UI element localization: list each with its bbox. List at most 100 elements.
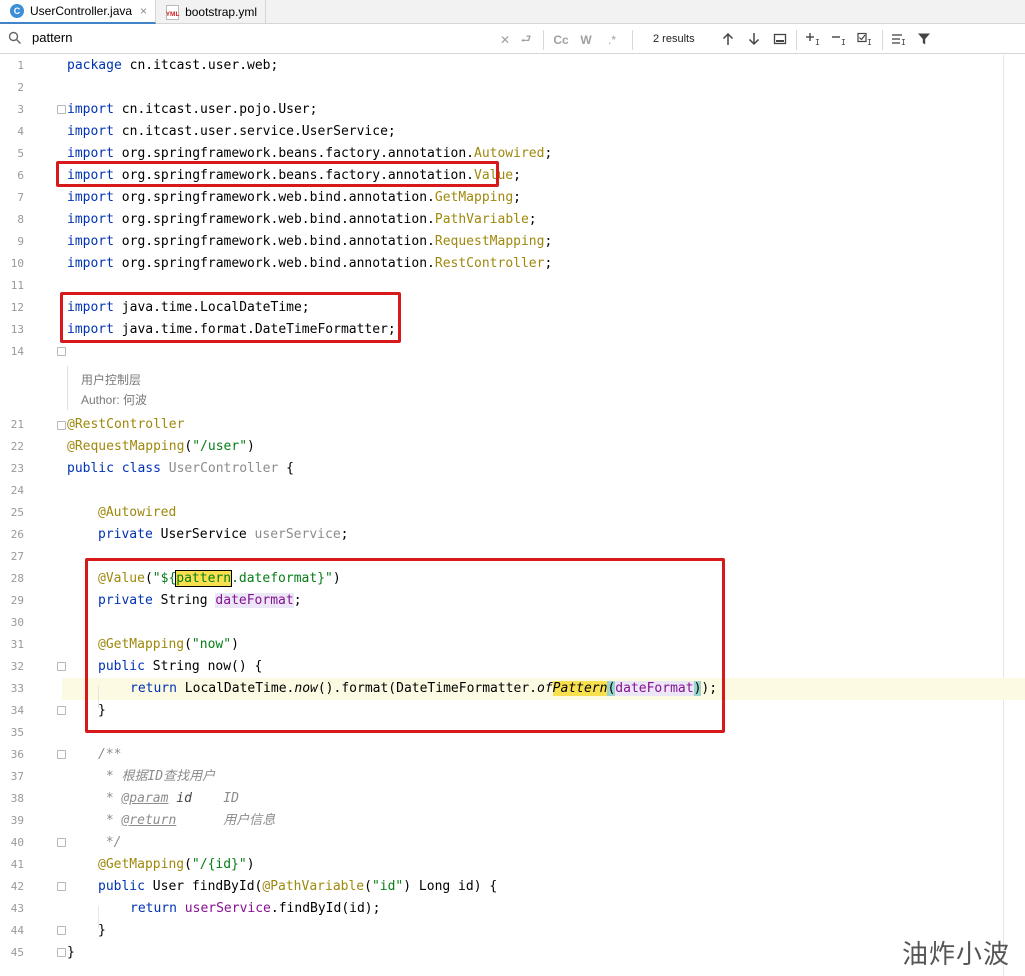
code-line-23: public class UserController { <box>67 461 294 476</box>
code-line-41: @GetMapping("/{id}") <box>98 857 255 872</box>
previous-occurrence-icon[interactable] <box>719 30 737 48</box>
line-number: 43 <box>10 902 24 915</box>
java-class-icon: C <box>10 4 24 18</box>
svg-text:I: I <box>867 38 872 46</box>
red-annotation-box-time-imports <box>60 292 401 343</box>
fold-marker-icon[interactable] <box>57 347 66 356</box>
select-all-occurrences-icon[interactable] <box>771 30 789 48</box>
separator <box>796 30 797 50</box>
line-number: 10 <box>10 257 24 270</box>
line-number: 11 <box>10 279 24 292</box>
tab-user-controller[interactable]: C UserController.java × <box>0 0 157 24</box>
line-number: 31 <box>10 638 24 651</box>
fold-marker-icon[interactable] <box>57 926 66 935</box>
new-line-icon[interactable]: ⮐ <box>518 31 534 49</box>
next-occurrence-icon[interactable] <box>745 30 763 48</box>
code-line-8: import org.springframework.web.bind.anno… <box>67 212 537 227</box>
line-number-gutter: 1 2 3 4 5 6 7 8 9 10 11 12 13 14 21 22 23 24 25 26 27 28 29 30 3… <box>0 55 60 976</box>
code-line-7: import org.springframework.web.bind.anno… <box>67 190 521 205</box>
match-case-button[interactable]: Cc <box>551 31 571 49</box>
line-number: 22 <box>10 440 24 453</box>
line-number: 38 <box>10 792 24 805</box>
line-number: 21 <box>10 418 24 431</box>
line-number: 3 <box>17 103 24 116</box>
code-line-43: return userService.findById(id); <box>130 901 381 916</box>
separator <box>543 30 544 50</box>
filter-icon[interactable] <box>915 30 933 48</box>
fold-marker-icon[interactable] <box>57 838 66 847</box>
line-number: 4 <box>17 125 24 138</box>
code-line-44: } <box>98 923 106 938</box>
fold-marker-icon[interactable] <box>57 948 66 957</box>
code-editor[interactable]: 1 2 3 4 5 6 7 8 9 10 11 12 13 14 21 22 23 24 25 26 27 28 29 30 3… <box>0 55 1025 976</box>
line-number: 28 <box>10 572 24 585</box>
clear-search-icon[interactable]: ✕ <box>498 31 512 49</box>
code-line-22: @RequestMapping("/user") <box>67 439 255 454</box>
fold-marker-icon[interactable] <box>57 706 66 715</box>
line-number: 27 <box>10 550 24 563</box>
rendered-doc-description: 用户控制层 <box>81 373 142 387</box>
line-number: 37 <box>10 770 24 783</box>
line-number: 32 <box>10 660 24 673</box>
line-number: 24 <box>10 484 24 497</box>
line-number: 23 <box>10 462 24 475</box>
code-line-10: import org.springframework.web.bind.anno… <box>67 256 553 271</box>
filter-settings-icon[interactable]: I <box>890 30 908 48</box>
code-line-37: * 根据ID查找用户 <box>98 769 216 784</box>
line-number: 2 <box>17 81 24 94</box>
fold-marker-icon[interactable] <box>57 662 66 671</box>
line-number: 14 <box>10 345 24 358</box>
code-line-45: } <box>67 945 75 960</box>
code-line-36: /** <box>98 747 122 762</box>
editor-tab-bar: C UserController.java × YML bootstrap.ym… <box>0 0 1025 24</box>
search-input[interactable] <box>32 30 472 45</box>
code-line-40: */ <box>98 835 122 850</box>
line-number: 1 <box>17 59 24 72</box>
remove-selection-icon[interactable]: I <box>830 30 848 48</box>
fold-marker-icon[interactable] <box>57 750 66 759</box>
line-number: 33 <box>10 682 24 695</box>
close-icon[interactable]: × <box>140 4 147 18</box>
code-line-9: import org.springframework.web.bind.anno… <box>67 234 553 249</box>
add-selection-icon[interactable]: I <box>804 30 822 48</box>
words-button[interactable]: W <box>578 31 594 49</box>
separator <box>882 30 883 50</box>
line-number: 45 <box>10 946 24 959</box>
line-number: 26 <box>10 528 24 541</box>
fold-marker-icon[interactable] <box>57 105 66 114</box>
line-number: 35 <box>10 726 24 739</box>
yml-file-icon: YML <box>166 4 179 20</box>
tab-bootstrap-yml[interactable]: YML bootstrap.yml <box>156 0 267 24</box>
regex-button[interactable]: .* <box>604 31 620 49</box>
code-line-42: public User findById(@PathVariable("id")… <box>98 879 498 894</box>
red-annotation-box-value-import <box>56 161 499 187</box>
line-number: 25 <box>10 506 24 519</box>
line-number: 9 <box>17 235 24 248</box>
line-number: 6 <box>17 169 24 182</box>
separator <box>632 30 633 50</box>
line-number: 41 <box>10 858 24 871</box>
line-number: 29 <box>10 594 24 607</box>
line-number: 40 <box>10 836 24 849</box>
tab-label: UserController.java <box>30 4 133 18</box>
rendered-doc-author: Author: 何波 <box>81 393 148 407</box>
line-number: 7 <box>17 191 24 204</box>
line-number: 44 <box>10 924 24 937</box>
line-number: 34 <box>10 704 24 717</box>
fold-marker-icon[interactable] <box>57 882 66 891</box>
line-number: 12 <box>10 301 24 314</box>
line-number: 42 <box>10 880 24 893</box>
tab-label: bootstrap.yml <box>185 5 258 19</box>
fold-marker-icon[interactable] <box>57 421 66 430</box>
svg-text:I: I <box>815 38 820 46</box>
red-annotation-box-dateformat-code <box>85 558 725 733</box>
line-number: 36 <box>10 748 24 761</box>
search-results-count: 2 results <box>653 33 695 45</box>
code-line-26: private UserService userService; <box>98 527 349 542</box>
select-occurrences-icon[interactable]: I <box>856 30 874 48</box>
find-bar: ✕ ⮐ Cc W .* 2 results I I I I <box>0 25 1025 54</box>
watermark: 油炸小波 <box>902 940 1011 970</box>
svg-text:I: I <box>901 38 906 46</box>
line-number: 13 <box>10 323 24 336</box>
search-icon[interactable] <box>8 31 24 47</box>
